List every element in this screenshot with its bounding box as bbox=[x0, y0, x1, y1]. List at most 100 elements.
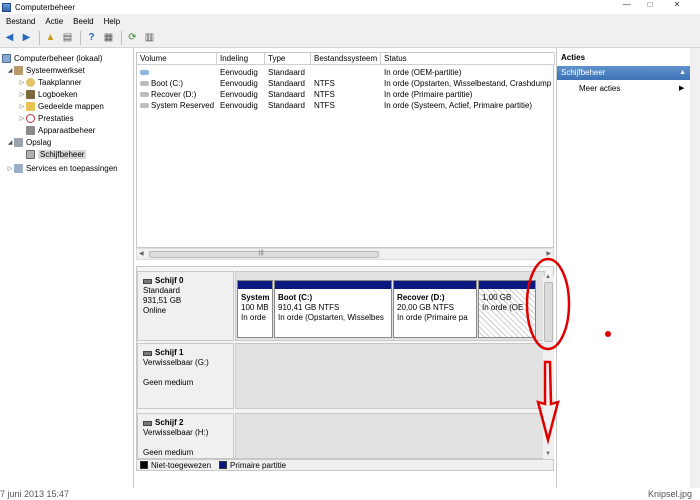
disk-1-header[interactable]: Schijf 1 Verwisselbaar (G:) Geen medium bbox=[137, 343, 234, 409]
scroll-down-icon[interactable]: ▼ bbox=[545, 451, 551, 457]
submenu-arrow-icon: ▶ bbox=[679, 85, 685, 92]
expand-arrow-icon[interactable]: ▷ bbox=[18, 91, 26, 98]
cell-indeling: Eenvoudig bbox=[220, 101, 258, 110]
tree-item-prestaties[interactable]: ▷ Prestaties bbox=[18, 112, 74, 124]
cell-status: In orde (Primaire partitie) bbox=[384, 90, 473, 99]
tree-item-schijfbeheer[interactable]: Schijfbeheer bbox=[26, 148, 87, 160]
disk-0-header[interactable]: Schijf 0 Standaard 931,51 GB Online bbox=[137, 271, 234, 341]
scroll-grip-icon: ||| bbox=[259, 250, 264, 256]
cell-bestandssysteem bbox=[311, 67, 381, 78]
table-row[interactable]: Boot (C:) bbox=[137, 78, 217, 89]
scroll-right-icon[interactable]: ▶ bbox=[546, 250, 551, 257]
scroll-up-icon[interactable]: ▲ bbox=[545, 274, 551, 280]
actions-section-schijfbeheer[interactable]: Schijfbeheer ▲ bbox=[557, 66, 690, 80]
cell-type: Standaard bbox=[268, 90, 305, 99]
more-actions-item[interactable]: Meer acties ▶ bbox=[579, 84, 684, 93]
clock-icon bbox=[26, 77, 35, 87]
tree-item-opslag[interactable]: ◢ Opslag bbox=[6, 136, 51, 148]
menu-bar: Bestand Actie Beeld Help bbox=[0, 14, 700, 28]
cell-status: In orde (Opstarten, Wisselbestand, Crash… bbox=[384, 79, 552, 88]
primary-partition-bar bbox=[275, 281, 391, 289]
tree-item-apparaatbeheer[interactable]: Apparaatbeheer bbox=[26, 124, 95, 136]
primary-partition-bar bbox=[238, 281, 272, 289]
disk-graphical-view: Schijf 0 Standaard 931,51 GB Online Syst… bbox=[136, 266, 554, 459]
column-header-status[interactable]: Status bbox=[381, 53, 555, 65]
close-button[interactable]: ✕ bbox=[670, 0, 684, 11]
performance-icon bbox=[26, 113, 35, 123]
table-row[interactable] bbox=[137, 67, 217, 78]
disk-2-partitions bbox=[235, 413, 545, 458]
expand-arrow-icon[interactable]: ▷ bbox=[6, 165, 14, 172]
menu-bestand[interactable]: Bestand bbox=[6, 17, 35, 26]
table-row[interactable]: Recover (D:) bbox=[137, 89, 217, 100]
partition-boot-c[interactable]: Boot (C:) 910,41 GB NTFS In orde (Opstarte… bbox=[274, 280, 392, 338]
menu-actie[interactable]: Actie bbox=[45, 17, 63, 26]
tree-item-taakplanner[interactable]: ▷ Taakplanner bbox=[18, 76, 82, 88]
scrollbar-thumb[interactable] bbox=[149, 251, 379, 258]
cell-status: In orde (Systeem, Actief, Primaire parti… bbox=[384, 101, 533, 110]
partition-recover-d[interactable]: Recover (D:) 20,00 GB NTFS In orde (Primai… bbox=[393, 280, 477, 338]
disk-2-header[interactable]: Schijf 2 Verwisselbaar (H:) Geen medium bbox=[137, 413, 234, 458]
cell-status: In orde (OEM-partitie) bbox=[384, 68, 462, 77]
menu-beeld[interactable]: Beeld bbox=[73, 17, 93, 26]
column-header-indeling[interactable]: Indeling bbox=[217, 53, 265, 65]
partition-oem[interactable]: 1,00 GB In orde (OE bbox=[478, 280, 536, 338]
column-header-volume[interactable]: Volume bbox=[137, 53, 217, 65]
minimize-button[interactable]: — bbox=[620, 0, 634, 11]
tree-item-gedeelde-mappen[interactable]: ▷ Gedeelde mappen bbox=[18, 100, 104, 112]
column-header-bestandssysteem[interactable]: Bestandssysteem bbox=[311, 53, 381, 65]
primary-partition-bar bbox=[479, 281, 535, 289]
tools-icon bbox=[14, 65, 23, 75]
disk-icon bbox=[143, 278, 152, 284]
device-manager-icon bbox=[26, 125, 35, 135]
scroll-left-icon[interactable]: ◀ bbox=[139, 250, 144, 257]
scrollbar-thumb[interactable] bbox=[544, 282, 553, 342]
computer-icon bbox=[2, 53, 11, 63]
storage-icon bbox=[14, 137, 23, 147]
menu-help[interactable]: Help bbox=[104, 17, 120, 26]
primary-partition-swatch bbox=[219, 461, 228, 469]
table-row[interactable]: System Reserved bbox=[137, 100, 217, 111]
disk-0-partitions: System 100 MB In orde Boot (C:) 910,41 GB N… bbox=[235, 271, 545, 341]
tree-item-services[interactable]: ▷ Services en toepassingen bbox=[6, 162, 118, 174]
up-folder-icon[interactable]: ▲ bbox=[43, 30, 58, 45]
forward-icon[interactable]: ▶ bbox=[19, 30, 34, 45]
volume-icon bbox=[140, 81, 149, 86]
show-hide-tree-icon[interactable]: ▤ bbox=[60, 30, 75, 45]
maximize-button[interactable]: □ bbox=[643, 0, 657, 11]
export-list-icon[interactable]: ▥ bbox=[142, 30, 157, 45]
toolbar-separator bbox=[80, 30, 81, 45]
toolbar-separator bbox=[121, 30, 122, 45]
expand-arrow-icon[interactable]: ▷ bbox=[18, 115, 26, 122]
tree-item-logboeken[interactable]: ▷ Logboeken bbox=[18, 88, 78, 100]
back-icon[interactable]: ◀ bbox=[2, 30, 17, 45]
volume-icon bbox=[140, 70, 149, 75]
help-icon[interactable]: ? bbox=[84, 30, 99, 45]
refresh-icon[interactable]: ⟳ bbox=[125, 30, 140, 45]
expand-arrow-icon[interactable]: ▷ bbox=[18, 103, 26, 110]
volume-icon bbox=[140, 103, 149, 108]
primary-partition-bar bbox=[394, 281, 476, 289]
column-header-type[interactable]: Type bbox=[265, 53, 311, 65]
cell-indeling: Eenvoudig bbox=[220, 90, 258, 99]
volume-list: Volume Indeling Type Bestandssysteem Sta… bbox=[136, 52, 555, 248]
expand-arrow-icon[interactable]: ▷ bbox=[18, 79, 26, 86]
properties-icon[interactable]: ▦ bbox=[101, 30, 116, 45]
window-title: Computerbeheer bbox=[15, 2, 76, 12]
unallocated-swatch bbox=[140, 461, 148, 469]
actions-header: Acties bbox=[561, 53, 586, 62]
tree-item-root[interactable]: Computerbeheer (lokaal) bbox=[2, 52, 103, 64]
collapse-arrow-icon[interactable]: ◢ bbox=[6, 139, 14, 146]
disk-1-partitions bbox=[235, 343, 545, 409]
cell-type: Standaard bbox=[268, 101, 305, 110]
disk-management-icon bbox=[26, 149, 35, 159]
screenshot-footer: 7 juni 2013 15:47 Knipsel.jpg bbox=[0, 488, 700, 500]
toolbar-separator bbox=[39, 30, 40, 45]
collapse-up-icon[interactable]: ▲ bbox=[679, 66, 686, 80]
vertical-scrollbar[interactable]: ▲ ▼ bbox=[543, 274, 554, 459]
collapse-arrow-icon[interactable]: ◢ bbox=[6, 67, 14, 74]
cell-indeling: Eenvoudig bbox=[220, 79, 258, 88]
tree-item-systeemwerkset[interactable]: ◢ Systeemwerkset bbox=[6, 64, 85, 76]
partition-system[interactable]: System 100 MB In orde bbox=[237, 280, 273, 338]
horizontal-scrollbar[interactable]: ◀ ||| ▶ bbox=[136, 248, 554, 260]
